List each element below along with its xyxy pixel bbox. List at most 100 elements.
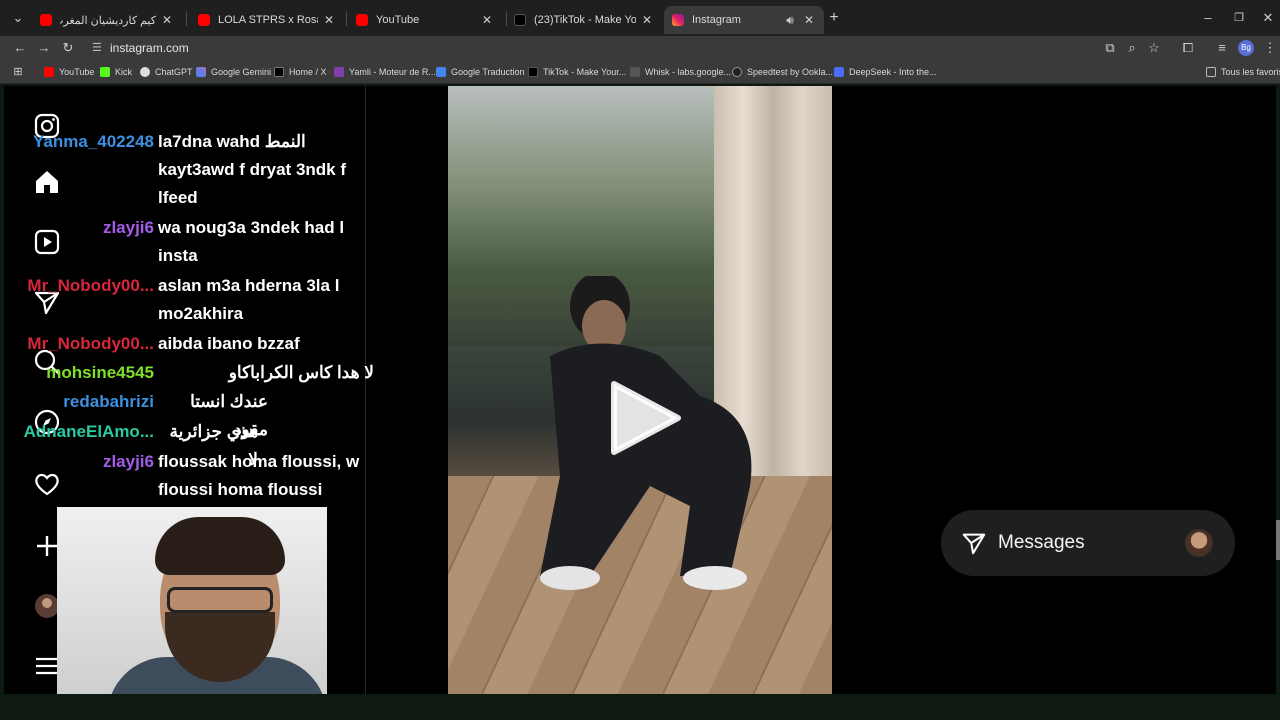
bookmark-label: Home / X bbox=[289, 67, 327, 77]
bookmark-label: Tous les favoris bbox=[1221, 67, 1280, 77]
bookmark-whisk[interactable]: Whisk - labs.google... bbox=[630, 65, 731, 79]
zoom-icon[interactable]: ⌕ bbox=[1124, 40, 1140, 56]
chat-username: AdnaneElAmo... bbox=[23, 422, 154, 441]
chat-text: wa noug3a 3ndek had l insta bbox=[158, 218, 345, 265]
bookmark-youtube[interactable]: YouTube bbox=[44, 65, 94, 79]
site-info-icon[interactable]: ☰ bbox=[92, 37, 102, 59]
chat-text: la7dna wahd النمط kayt3awd f dryat 3ndk … bbox=[158, 132, 347, 207]
youtube-icon bbox=[198, 14, 210, 26]
install-app-icon[interactable]: ⧉ bbox=[1102, 40, 1118, 56]
youtube-icon bbox=[44, 67, 54, 77]
profile-avatar-icon[interactable]: Bg bbox=[1238, 40, 1254, 56]
tab-5-active[interactable]: Instagram 🔊︎ ✕ bbox=[664, 6, 824, 34]
tab-1[interactable]: كيم كارديشيان المغرب بكل جرأة... ✕ bbox=[32, 8, 182, 32]
tab-4[interactable]: (23)TikTok - Make Your Day ✕ bbox=[506, 8, 662, 32]
tab-2[interactable]: LOLA STPRS x Rosalia BAGDAD ✕ bbox=[190, 8, 344, 32]
bookmark-google-translate[interactable]: Google Traduction bbox=[436, 65, 525, 79]
bookmark-label: Google Traduction bbox=[451, 67, 525, 77]
extensions-icon[interactable]: ⧠ bbox=[1180, 40, 1196, 56]
bookmarks-folder[interactable]: Tous les favoris bbox=[1206, 65, 1280, 79]
browser-window: ⌄ كيم كارديشيان المغرب بكل جرأة... ✕ LOL… bbox=[0, 0, 1280, 720]
bookmark-x[interactable]: Home / X bbox=[274, 65, 327, 79]
bookmark-label: Google Gemini bbox=[211, 67, 272, 77]
address-toolbar: ← → ↻ ☰ instagram.com ⧉ ⌕ ☆ ⧠ ≡ Bg ⋮ bbox=[0, 36, 1280, 60]
bookmark-speedtest[interactable]: Speedtest by Ookla... bbox=[732, 65, 833, 79]
bookmark-chatgpt[interactable]: ChatGPT bbox=[140, 65, 193, 79]
bookmark-tiktok[interactable]: TikTok - Make Your... bbox=[528, 65, 626, 79]
right-empty-pane bbox=[912, 86, 1276, 694]
bookmark-deepseek[interactable]: DeepSeek - Into the... bbox=[834, 65, 937, 79]
media-control-icon[interactable]: ≡ bbox=[1214, 40, 1230, 56]
close-tab-icon[interactable]: ✕ bbox=[480, 13, 494, 27]
bookmark-label: DeepSeek - Into the... bbox=[849, 67, 937, 77]
home-icon[interactable] bbox=[33, 168, 61, 196]
tab-title: كيم كارديشيان المغرب بكل جرأة... bbox=[60, 14, 156, 27]
chat-username: Mr_Nobody00... bbox=[27, 276, 154, 295]
speedtest-icon bbox=[732, 67, 742, 77]
play-icon[interactable] bbox=[604, 378, 684, 458]
youtube-icon bbox=[356, 14, 368, 26]
gemini-icon bbox=[196, 67, 206, 77]
direct-send-icon bbox=[962, 533, 986, 555]
bookmark-label: Speedtest by Ookla... bbox=[747, 67, 834, 77]
apps-grid-icon[interactable]: ⊞ bbox=[10, 64, 26, 80]
page-scrollbar[interactable] bbox=[1276, 520, 1280, 560]
restore-icon[interactable]: ❐ bbox=[1231, 10, 1247, 26]
bookmark-label: Kick bbox=[115, 67, 133, 77]
instagram-page: Yanma_402248 la7dna wahd النمط kayt3awd … bbox=[4, 86, 1276, 694]
bookmark-yamli[interactable]: Yamli - Moteur de R... bbox=[334, 65, 436, 79]
bookmark-star-icon[interactable]: ☆ bbox=[1146, 40, 1162, 56]
tab-search-icon[interactable]: ⌄ bbox=[10, 10, 26, 26]
chat-text: aslan m3a hderna 3la l mo2akhira bbox=[158, 276, 340, 323]
folder-icon bbox=[1206, 67, 1216, 77]
bookmarks-bar: ⊞ YouTube Kick ChatGPT Google Gemini Hom… bbox=[0, 60, 1280, 84]
new-tab-icon[interactable]: + bbox=[826, 10, 842, 26]
chat-username: zlayji6 bbox=[102, 218, 154, 237]
menu-kebab-icon[interactable]: ⋮ bbox=[1262, 40, 1278, 56]
close-tab-icon[interactable]: ✕ bbox=[322, 13, 336, 27]
chat-text: لا هدا كاس الكراباكاو bbox=[228, 363, 374, 382]
chatgpt-icon bbox=[140, 67, 150, 77]
minimize-icon[interactable]: – bbox=[1200, 10, 1216, 26]
back-icon[interactable]: ← bbox=[12, 40, 28, 56]
chat-text: floussak homa floussi, w floussi homa fl… bbox=[158, 452, 360, 499]
chat-username: zlayji6 bbox=[102, 452, 154, 471]
yamli-icon bbox=[334, 67, 344, 77]
bookmark-label: Whisk - labs.google... bbox=[645, 67, 732, 77]
tab-title: LOLA STPRS x Rosalia BAGDAD bbox=[218, 14, 318, 26]
bookmark-label: TikTok - Make Your... bbox=[543, 67, 627, 77]
tab-3[interactable]: YouTube ✕ bbox=[348, 8, 502, 32]
avatar bbox=[1185, 529, 1213, 557]
tab-strip: ⌄ كيم كارديشيان المغرب بكل جرأة... ✕ LOL… bbox=[0, 0, 1280, 36]
bookmark-gemini[interactable]: Google Gemini bbox=[196, 65, 271, 79]
address-bar[interactable]: ☰ instagram.com bbox=[90, 37, 1100, 59]
reload-icon[interactable]: ↻ bbox=[60, 40, 76, 56]
forward-icon[interactable]: → bbox=[36, 40, 52, 56]
youtube-icon bbox=[40, 14, 52, 26]
bookmark-label: Yamli - Moteur de R... bbox=[349, 67, 436, 77]
bookmark-kick[interactable]: Kick bbox=[100, 65, 132, 79]
close-tab-icon[interactable]: ✕ bbox=[640, 13, 654, 27]
chat-text: aibda ibano bzzaf bbox=[158, 334, 300, 353]
tiktok-icon bbox=[514, 14, 526, 26]
bookmark-label: ChatGPT bbox=[155, 67, 193, 77]
reel-video[interactable] bbox=[448, 86, 832, 694]
messages-button[interactable]: Messages bbox=[941, 510, 1235, 576]
speaker-icon[interactable]: 🔊︎ bbox=[782, 13, 798, 28]
kick-icon bbox=[100, 67, 110, 77]
deepseek-icon bbox=[834, 67, 844, 77]
messages-label: Messages bbox=[998, 532, 1085, 553]
chat-username: mohsine4545 bbox=[46, 363, 154, 382]
reels-icon[interactable] bbox=[33, 228, 61, 256]
tab-title: YouTube bbox=[376, 14, 420, 26]
notifications-heart-icon[interactable] bbox=[33, 470, 61, 498]
webcam-overlay bbox=[57, 507, 327, 694]
tab-title: Instagram bbox=[692, 14, 741, 26]
translate-icon bbox=[436, 67, 446, 77]
close-tab-icon[interactable]: ✕ bbox=[802, 13, 816, 27]
chat-username: redabahrizi bbox=[63, 392, 154, 411]
close-tab-icon[interactable]: ✕ bbox=[160, 13, 174, 27]
chat-username: Mr_Nobody00... bbox=[27, 334, 154, 353]
chat-username: Yanma_402248 bbox=[33, 132, 154, 151]
close-window-icon[interactable]: ✕ bbox=[1260, 10, 1276, 26]
